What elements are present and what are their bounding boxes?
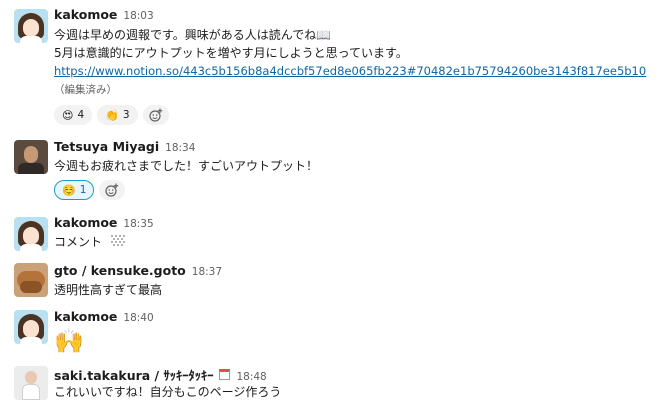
reaction-relaxed[interactable]: ☺️ 1	[54, 180, 95, 200]
reaction-count: 3	[122, 109, 130, 121]
reaction-heart-eyes[interactable]: 😍 4	[54, 105, 93, 125]
author-name[interactable]: saki.takakura / ｻｯｷｰﾀｯｷｰ	[54, 365, 213, 384]
timestamp[interactable]: 18:37	[192, 266, 222, 278]
message-text-line: コメント	[54, 233, 127, 251]
heart-eyes-emoji-icon: 😍	[62, 108, 74, 122]
custom-emoji-icon	[109, 234, 126, 248]
author-name[interactable]: kakomoe	[54, 7, 117, 22]
raised-hands-emoji: 🙌	[54, 327, 84, 355]
clap-emoji-icon: 👏	[105, 108, 119, 122]
add-reaction-button[interactable]	[99, 180, 126, 200]
timestamp[interactable]: 18:40	[123, 312, 153, 324]
add-reaction-icon	[148, 108, 162, 122]
add-reaction-icon	[105, 183, 119, 197]
reaction-count: 4	[77, 109, 85, 121]
message-text: これいいですね！自分もこのページ作ろう	[54, 385, 282, 399]
message-text: 今週は早めの週報です。興味がある人は読んでね📖	[54, 28, 332, 42]
avatar[interactable]	[14, 217, 48, 251]
reaction-count: 1	[79, 184, 87, 196]
message-link-line: https://www.notion.so/443c5b156b8a4dccbf…	[54, 62, 646, 80]
avatar[interactable]	[14, 366, 48, 400]
author-name[interactable]: gto / kensuke.goto	[54, 263, 186, 278]
avatar[interactable]	[14, 310, 48, 344]
avatar[interactable]	[14, 263, 48, 297]
message-text: 5月は意識的にアウトプットを増やす月にしようと思っています。	[54, 46, 408, 60]
edited-line: （編集済み）	[54, 80, 117, 99]
reaction-bar: ☺️ 1	[54, 180, 126, 200]
timestamp[interactable]: 18:34	[165, 142, 195, 154]
author-name[interactable]: Tetsuya Miyagi	[54, 139, 159, 154]
message-text: コメント	[54, 235, 103, 249]
relaxed-emoji-icon: ☺️	[62, 183, 76, 197]
timestamp[interactable]: 18:03	[123, 10, 153, 22]
add-reaction-button[interactable]	[142, 105, 169, 125]
reaction-bar: 😍 4 👏 3	[54, 105, 169, 125]
timestamp[interactable]: 18:48	[236, 371, 266, 383]
calendar-status-icon[interactable]	[219, 369, 231, 380]
message-text: 今週もお疲れさまでした！すごいアウトプット！	[54, 159, 319, 173]
timestamp[interactable]: 18:35	[123, 218, 153, 230]
avatar[interactable]	[14, 140, 48, 174]
author-name[interactable]: kakomoe	[54, 215, 117, 230]
edited-label: （編集済み）	[54, 84, 117, 96]
avatar[interactable]	[14, 9, 48, 43]
notion-link[interactable]: https://www.notion.so/443c5b156b8a4dccbf…	[54, 64, 646, 78]
author-name[interactable]: kakomoe	[54, 309, 117, 324]
reaction-clap[interactable]: 👏 3	[97, 105, 138, 125]
message-text: 透明性高すぎて最高	[54, 283, 163, 297]
